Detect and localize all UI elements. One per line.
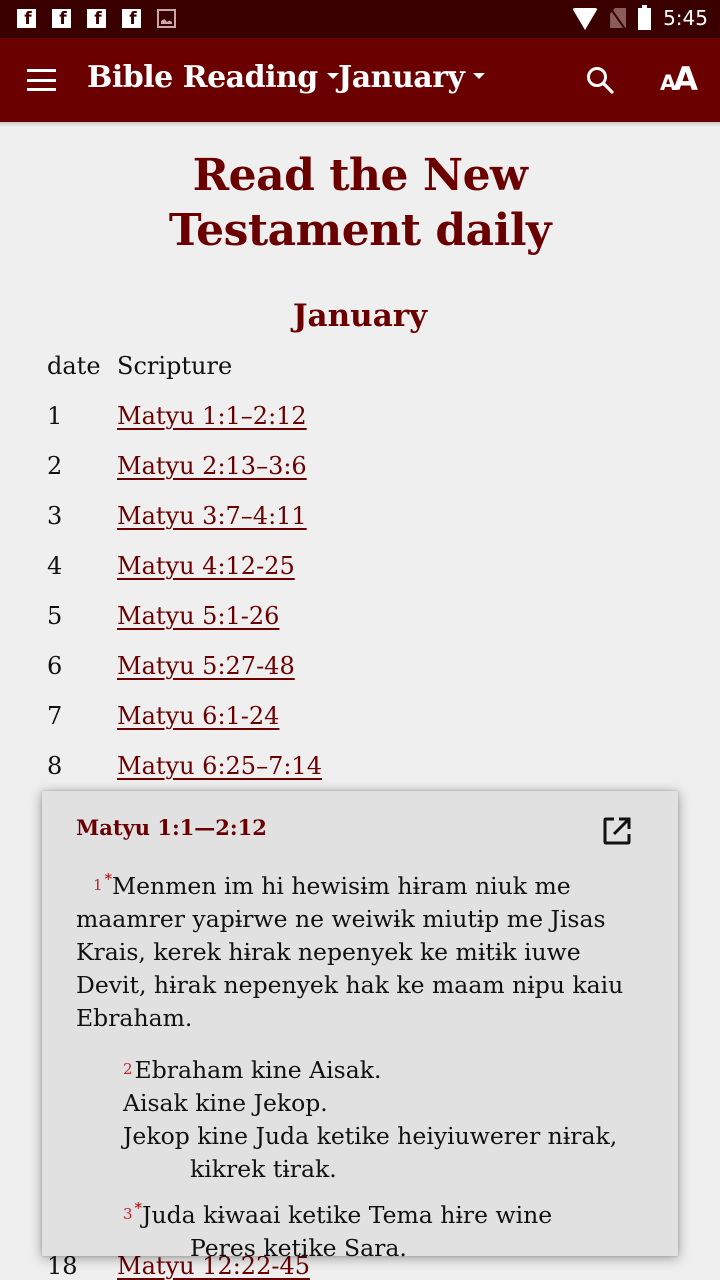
verse-text: Menmen im hi hewisɨm hɨram niuk me maamr…: [76, 872, 624, 1032]
passage-preview-popup[interactable]: Matyu 1:1—2:12 1 *Menmen im hi hewisɨm hɨ…: [42, 791, 678, 1262]
table-row: 5 Matyu 5:1-26: [47, 602, 279, 630]
verse-number: 3: [123, 1205, 133, 1223]
verse-number: 2: [123, 1060, 133, 1078]
verse-line: Aisak kine Jekop.: [123, 1089, 328, 1117]
battery-icon: [638, 5, 652, 30]
scripture-link[interactable]: Matyu 4:12-25: [117, 552, 295, 580]
verse-line: kikrek tɨrak.: [190, 1155, 337, 1183]
page-title: Read the New Testament daily: [168, 150, 552, 256]
row-date: 4: [47, 552, 63, 580]
verse-line: Peres ketike Sara.: [190, 1234, 407, 1262]
facebook-icon: f: [122, 9, 141, 29]
row-date: 2: [47, 452, 63, 480]
popup-body: 1 *Menmen im hi hewisɨm hɨram niuk me maa…: [76, 863, 646, 1265]
system-icons: 5:45: [572, 5, 708, 30]
verse-line: Juda kɨwaai ketike Tema hɨre wine: [142, 1201, 553, 1229]
book-dropdown-label: Bible Reading: [87, 60, 318, 95]
month-dropdown[interactable]: January: [338, 60, 486, 95]
scripture-link[interactable]: Matyu 5:27-48: [117, 652, 295, 680]
table-row: 3 Matyu 3:7–4:11: [47, 502, 307, 530]
table-row: 1 Matyu 1:1–2:12: [47, 402, 307, 430]
notification-icons: f f f f: [17, 9, 176, 29]
verse-2: 2Ebraham kine Aisak. Aisak kine Jekop. J…: [76, 1053, 646, 1265]
row-date: 1: [47, 402, 63, 430]
scripture-link[interactable]: Matyu 5:1-26: [117, 602, 279, 630]
month-dropdown-label: January: [338, 60, 465, 95]
app-bar-shadow: [0, 122, 720, 127]
facebook-icon: f: [87, 9, 106, 29]
row-date: 7: [47, 702, 63, 730]
row-date: 5: [47, 602, 63, 630]
search-icon[interactable]: [585, 65, 615, 95]
facebook-icon: f: [17, 9, 36, 29]
facebook-icon: f: [52, 9, 71, 29]
verse-1: 1 *Menmen im hi hewisɨm hɨram niuk me maa…: [76, 863, 646, 1035]
table-row: 6 Matyu 5:27-48: [47, 652, 295, 680]
app-bar: Bible Reading January AA: [0, 38, 720, 122]
popup-title: Matyu 1:1—2:12: [76, 815, 267, 840]
header-date: date: [47, 352, 101, 380]
text-size-large: A: [673, 60, 698, 98]
verse-number: 1: [93, 876, 103, 894]
text-size-small: A: [660, 71, 676, 95]
text-size-icon[interactable]: AA: [660, 60, 698, 98]
scripture-link[interactable]: Matyu 1:1–2:12: [117, 402, 307, 430]
table-row: 2 Matyu 2:13–3:6: [47, 452, 307, 480]
book-dropdown[interactable]: Bible Reading: [87, 60, 339, 95]
row-date: 6: [47, 652, 63, 680]
scripture-link[interactable]: Matyu 3:7–4:11: [117, 502, 307, 530]
wifi-icon: [572, 8, 599, 30]
footnote-link[interactable]: *: [105, 870, 113, 888]
month-heading: January: [292, 298, 428, 334]
clock: 5:45: [663, 6, 708, 30]
row-date: 3: [47, 502, 63, 530]
row-date: 8: [47, 752, 63, 780]
scripture-link[interactable]: Matyu 6:1-24: [117, 702, 279, 730]
status-bar: f f f f 5:45: [0, 0, 720, 38]
table-row: 4 Matyu 4:12-25: [47, 552, 295, 580]
footnote-link[interactable]: *: [135, 1199, 143, 1217]
scripture-link[interactable]: Matyu 2:13–3:6: [117, 452, 307, 480]
table-row: 7 Matyu 6:1-24: [47, 702, 279, 730]
hamburger-icon[interactable]: [27, 69, 56, 91]
no-sim-icon: [610, 8, 627, 28]
table-header: date Scripture: [47, 352, 232, 380]
scripture-link[interactable]: Matyu 6:25–7:14: [117, 752, 322, 780]
caret-down-icon: [473, 72, 486, 79]
image-icon: [157, 9, 176, 28]
open-in-new-icon[interactable]: [602, 816, 632, 846]
verse-line: Ebraham kine Aisak.: [134, 1056, 382, 1084]
table-row: 8 Matyu 6:25–7:14: [47, 752, 322, 780]
caret-down-icon: [326, 72, 339, 79]
header-scripture: Scripture: [117, 352, 233, 380]
verse-line: Jekop kine Juda ketike heiyiuwerer nɨrak…: [123, 1122, 618, 1150]
